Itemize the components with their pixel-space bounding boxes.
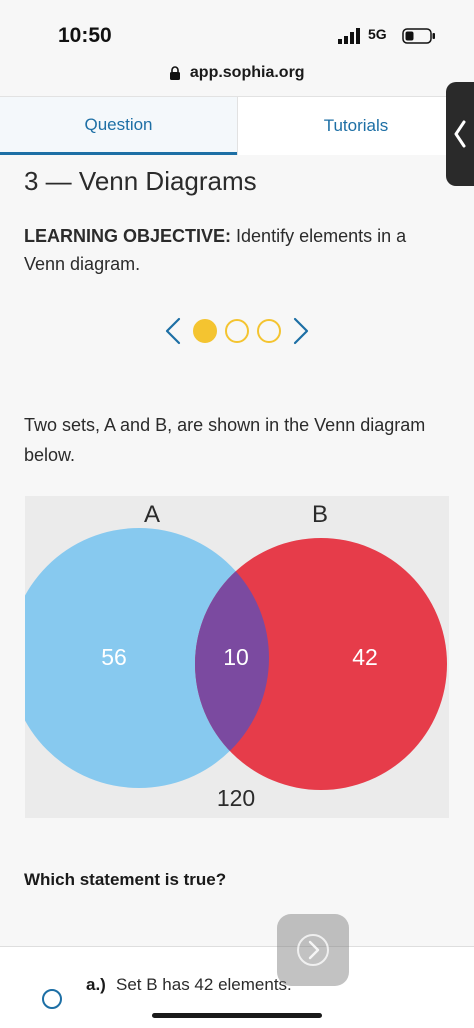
step-dot-1[interactable]: [193, 319, 217, 343]
learning-objective: LEARNING OBJECTIVE: Identify elements in…: [24, 222, 444, 278]
venn-label-a: A: [144, 501, 160, 528]
venn-value-only-b: 42: [352, 644, 378, 670]
venn-label-b: B: [312, 501, 328, 528]
page-title: 3 — Venn Diagrams: [24, 166, 257, 196]
step-dot-3[interactable]: [257, 319, 281, 343]
side-panel-handle[interactable]: [446, 82, 474, 186]
question-text: Which statement is true?: [24, 870, 227, 889]
step-dot-2[interactable]: [225, 319, 249, 343]
lock-icon: [170, 66, 181, 80]
carousel-next-button[interactable]: [290, 316, 312, 346]
venn-value-only-a: 56: [101, 644, 127, 670]
answer-option-a[interactable]: a.) Set B has 42 elements.: [0, 946, 474, 1028]
venn-diagram: A B 56 10 42 120: [25, 496, 449, 818]
carousel-prev-button[interactable]: [162, 316, 184, 346]
status-bar: 10:50 5G: [0, 0, 474, 58]
answer-a-radio[interactable]: [42, 989, 62, 1009]
url-bar[interactable]: app.sophia.org: [0, 64, 474, 88]
objective-label: LEARNING OBJECTIVE:: [24, 226, 232, 246]
tab-tutorials[interactable]: Tutorials: [237, 97, 474, 155]
tab-bar: Question Tutorials: [0, 96, 474, 155]
next-button[interactable]: [277, 914, 349, 986]
network-label: 5G: [368, 26, 387, 42]
chevron-right-icon: [297, 934, 329, 966]
venn-value-outside: 120: [217, 785, 255, 811]
tab-question[interactable]: Question: [0, 97, 237, 155]
venn-value-intersection: 10: [223, 644, 249, 670]
home-indicator: [152, 1013, 322, 1018]
signal-icon: [338, 28, 360, 44]
answer-a-letter: a.): [86, 975, 106, 994]
step-carousel: [0, 314, 474, 348]
url-text: app.sophia.org: [189, 64, 305, 81]
battery-icon: [402, 28, 435, 44]
chevron-left-icon: [454, 120, 466, 148]
status-time: 10:50: [58, 24, 112, 47]
answer-a-text: Set B has 42 elements.: [116, 975, 292, 994]
problem-prompt: Two sets, A and B, are shown in the Venn…: [24, 415, 426, 465]
